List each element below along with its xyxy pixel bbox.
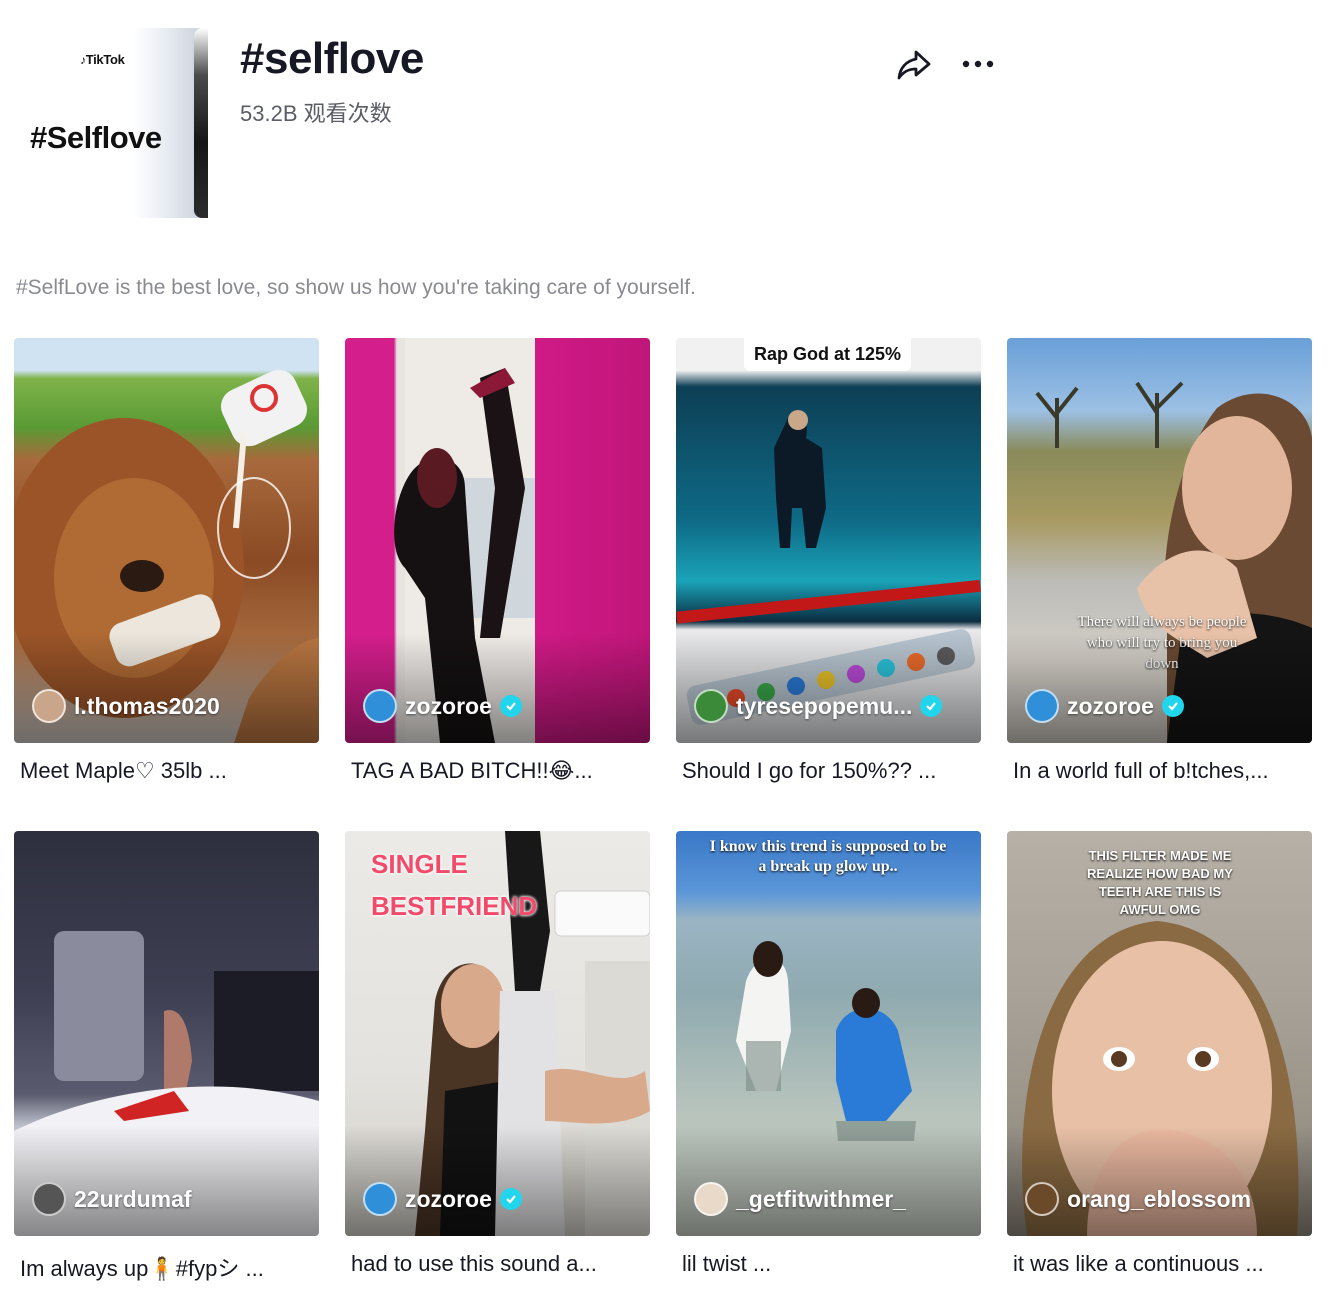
video-thumbnail[interactable]: There will always be people who will try… — [1007, 338, 1312, 743]
username: tyresepopemu... — [736, 692, 913, 719]
video-thumbnail[interactable]: SINGLE BESTFRIEND zozoroe — [345, 831, 650, 1236]
video-author[interactable]: l.thomas2020 — [32, 689, 220, 723]
video-author[interactable]: tyresepopemu... — [694, 689, 943, 723]
username: zozoroe — [405, 1185, 492, 1212]
verified-badge-icon — [920, 695, 943, 717]
video-caption[interactable]: had to use this sound a... — [351, 1251, 597, 1277]
username: orang_eblossom — [1067, 1185, 1252, 1212]
video-author[interactable]: 22urdumaf — [32, 1182, 192, 1216]
hashtag-cover-image: ♪TikTok #Selflove — [24, 28, 208, 218]
avatar — [694, 689, 728, 723]
share-icon — [897, 50, 931, 80]
video-overlay-text: SINGLE BESTFRIEND — [371, 849, 538, 921]
username: _getfitwithmer_ — [736, 1185, 906, 1212]
video-caption[interactable]: In a world full of b!tches,... — [1013, 758, 1269, 784]
video-overlay-text: THIS FILTER MADE ME REALIZE HOW BAD MY T… — [1087, 848, 1233, 917]
avatar — [1025, 1182, 1059, 1216]
video-thumbnail[interactable]: THIS FILTER MADE ME REALIZE HOW BAD MY T… — [1007, 831, 1312, 1236]
video-author[interactable]: zozoroe — [363, 689, 522, 723]
page-title: #selflove — [240, 34, 424, 83]
share-button[interactable] — [894, 44, 934, 84]
video-caption[interactable]: lil twist ... — [682, 1251, 771, 1277]
video-thumbnail[interactable]: I know this trend is supposed to be a br… — [676, 831, 981, 1236]
video-thumbnail[interactable]: l.thomas2020 — [14, 338, 319, 743]
video-caption[interactable]: Im always up🧍#fypシ ... — [20, 1251, 264, 1283]
avatar — [1025, 689, 1059, 723]
avatar — [694, 1182, 728, 1216]
username: zozoroe — [1067, 692, 1154, 719]
video-author[interactable]: zozoroe — [1025, 689, 1184, 723]
avatar — [32, 689, 66, 723]
avatar — [32, 1182, 66, 1216]
username: zozoroe — [405, 692, 492, 719]
video-caption[interactable]: TAG A BAD BITCH!!😂... — [351, 758, 593, 784]
username: l.thomas2020 — [74, 692, 220, 719]
hashtag-description: #SelfLove is the best love, so show us h… — [16, 276, 696, 299]
verified-badge-icon — [499, 695, 522, 717]
video-overlay-label: Rap God at 125% — [744, 338, 912, 371]
verified-badge-icon — [499, 1188, 522, 1210]
avatar — [363, 1182, 397, 1216]
view-count: 53.2B 观看次数 — [240, 101, 392, 126]
video-thumbnail[interactable]: Rap God at 125% tyresepopemu... — [676, 338, 981, 743]
video-caption[interactable]: Should I go for 150%?? ... — [682, 758, 936, 784]
username: 22urdumaf — [74, 1185, 192, 1212]
video-caption[interactable]: it was like a continuous ... — [1013, 1251, 1264, 1277]
video-caption[interactable]: Meet Maple♡ 35lb ... — [20, 758, 227, 784]
video-author[interactable]: orang_eblossom — [1025, 1182, 1251, 1216]
tiktok-logo: ♪TikTok — [80, 52, 125, 67]
more-icon — [962, 60, 994, 68]
video-thumbnail[interactable]: zozoroe — [345, 338, 650, 743]
video-overlay-text: I know this trend is supposed to be a br… — [709, 838, 947, 875]
more-options-button[interactable] — [958, 46, 998, 82]
video-thumbnail[interactable]: 22urdumaf — [14, 831, 319, 1236]
verified-badge-icon — [1161, 695, 1184, 717]
video-author[interactable]: _getfitwithmer_ — [694, 1182, 906, 1216]
avatar — [363, 689, 397, 723]
cover-hashtag-text: #Selflove — [30, 120, 162, 155]
video-author[interactable]: zozoroe — [363, 1182, 522, 1216]
cover-figure — [194, 28, 208, 218]
